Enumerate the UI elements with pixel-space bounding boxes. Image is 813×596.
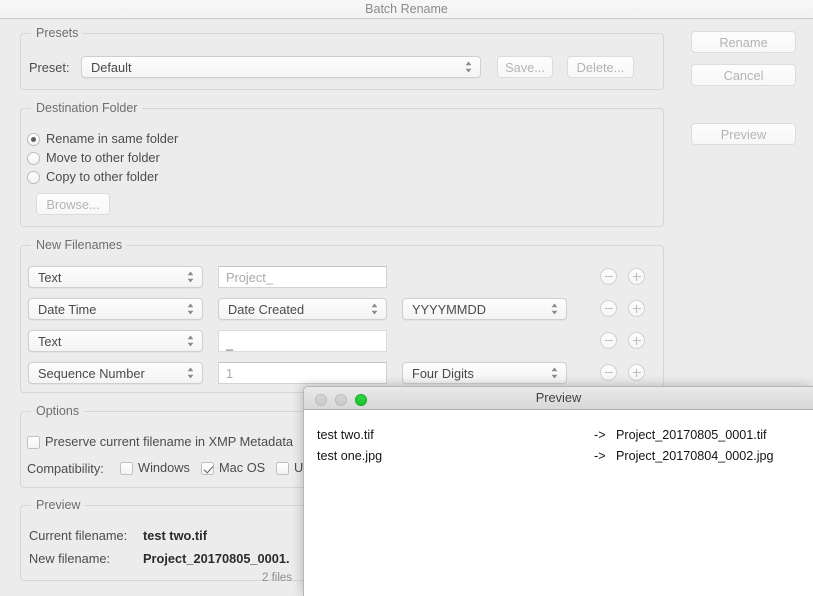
preview-summary-group-label: Preview — [31, 498, 86, 512]
sequence-start-input[interactable]: 1 — [218, 362, 387, 384]
new-filename: Project_20170804_0002.jpg — [616, 449, 774, 463]
chevron-updown-icon — [464, 60, 473, 74]
checkbox-icon — [27, 436, 40, 449]
filename-part-type-value: Text — [38, 270, 62, 285]
sequence-digits-select[interactable]: Four Digits — [402, 362, 567, 384]
batch-rename-sheet: Batch Rename Presets Preset: Default Sav… — [0, 0, 813, 596]
cancel-button[interactable]: Cancel — [691, 64, 796, 86]
filename-part-text-input-3[interactable]: _ — [218, 330, 387, 352]
arrow-icon: -> — [594, 449, 606, 463]
new-filename-value: Project_20170805_0001. — [143, 551, 290, 566]
checkbox-label: Mac OS — [219, 460, 266, 475]
checkbox-label: U — [294, 460, 304, 475]
radio-icon — [27, 152, 40, 165]
filename-part-text-value: Project_ — [226, 270, 273, 285]
filename-part-type-value: Date Time — [38, 302, 97, 317]
checkbox-icon — [120, 462, 133, 475]
chevron-updown-icon — [550, 366, 559, 380]
chevron-updown-icon — [370, 302, 379, 316]
date-source-value: Date Created — [228, 302, 305, 317]
preview-button[interactable]: Preview — [691, 123, 796, 145]
checkbox-label: Preserve current filename in XMP Metadat… — [45, 434, 293, 449]
rename-button[interactable]: Rename — [691, 31, 796, 53]
sequence-start-value: 1 — [226, 366, 234, 381]
filename-part-type-select-3[interactable]: Text — [28, 330, 203, 352]
options-group-label: Options — [31, 404, 85, 418]
sheet-title: Batch Rename — [365, 2, 448, 16]
remove-row-button-1[interactable] — [600, 268, 617, 285]
chevron-updown-icon — [186, 366, 195, 380]
browse-button[interactable]: Browse... — [36, 193, 110, 215]
file-count-label: 2 files — [262, 572, 293, 584]
filename-part-type-select-1[interactable]: Text — [28, 266, 203, 288]
filename-part-type-value: Sequence Number — [38, 366, 145, 381]
radio-label: Rename in same folder — [46, 131, 179, 146]
preview-list-row: test two.tif -> Project_20170805_0001.ti… — [304, 428, 813, 449]
chevron-updown-icon — [186, 302, 195, 316]
filename-part-text-input-1[interactable]: Project_ — [218, 266, 387, 288]
date-format-select[interactable]: YYYYMMDD — [402, 298, 567, 320]
preset-select-value: Default — [91, 60, 132, 75]
filename-part-type-select-4[interactable]: Sequence Number — [28, 362, 203, 384]
checkbox-label: Windows — [138, 460, 190, 475]
preview-window-body: test two.tif -> Project_20170805_0001.ti… — [304, 411, 813, 596]
old-filename: test two.tif — [317, 428, 374, 442]
arrow-icon: -> — [594, 428, 606, 442]
destination-folder-group-label: Destination Folder — [31, 101, 143, 115]
add-row-button-1[interactable] — [628, 268, 645, 285]
filename-part-type-select-2[interactable]: Date Time — [28, 298, 203, 320]
radio-label: Move to other folder — [46, 150, 160, 165]
chevron-updown-icon — [186, 270, 195, 284]
radio-icon — [27, 133, 40, 146]
remove-row-button-4[interactable] — [600, 364, 617, 381]
current-filename-value: test two.tif — [143, 528, 207, 543]
radio-label: Copy to other folder — [46, 169, 159, 184]
new-filename-label: New filename: — [29, 551, 111, 566]
preset-label: Preset: — [29, 60, 70, 75]
new-filename: Project_20170805_0001.tif — [616, 428, 767, 442]
preview-window: Preview test two.tif -> Project_20170805… — [303, 386, 813, 596]
filename-part-type-value: Text — [38, 334, 62, 349]
preset-select[interactable]: Default — [81, 56, 481, 78]
current-filename-label: Current filename: — [29, 528, 128, 543]
new-filenames-group-label: New Filenames — [31, 238, 128, 252]
filename-part-text-value: _ — [226, 336, 234, 351]
save-preset-button[interactable]: Save... — [497, 56, 553, 78]
chevron-updown-icon — [186, 334, 195, 348]
sequence-digits-value: Four Digits — [412, 366, 474, 381]
date-source-select[interactable]: Date Created — [218, 298, 387, 320]
preview-window-titlebar[interactable]: Preview — [304, 387, 813, 410]
preview-window-title: Preview — [535, 390, 582, 405]
preview-list-row: test one.jpg -> Project_20170804_0002.jp… — [304, 449, 813, 470]
radio-icon — [27, 171, 40, 184]
remove-row-button-2[interactable] — [600, 300, 617, 317]
checkbox-icon — [276, 462, 289, 475]
add-row-button-4[interactable] — [628, 364, 645, 381]
compatibility-label: Compatibility: — [27, 461, 104, 476]
add-row-button-3[interactable] — [628, 332, 645, 349]
checkbox-icon — [201, 462, 214, 475]
delete-preset-button[interactable]: Delete... — [567, 56, 634, 78]
add-row-button-2[interactable] — [628, 300, 645, 317]
remove-row-button-3[interactable] — [600, 332, 617, 349]
old-filename: test one.jpg — [317, 449, 383, 463]
presets-group-label: Presets — [31, 26, 84, 40]
date-format-value: YYYYMMDD — [412, 302, 486, 317]
sheet-titlebar: Batch Rename — [0, 0, 813, 19]
destination-folder-group: Destination Folder — [20, 101, 664, 227]
chevron-updown-icon — [550, 302, 559, 316]
